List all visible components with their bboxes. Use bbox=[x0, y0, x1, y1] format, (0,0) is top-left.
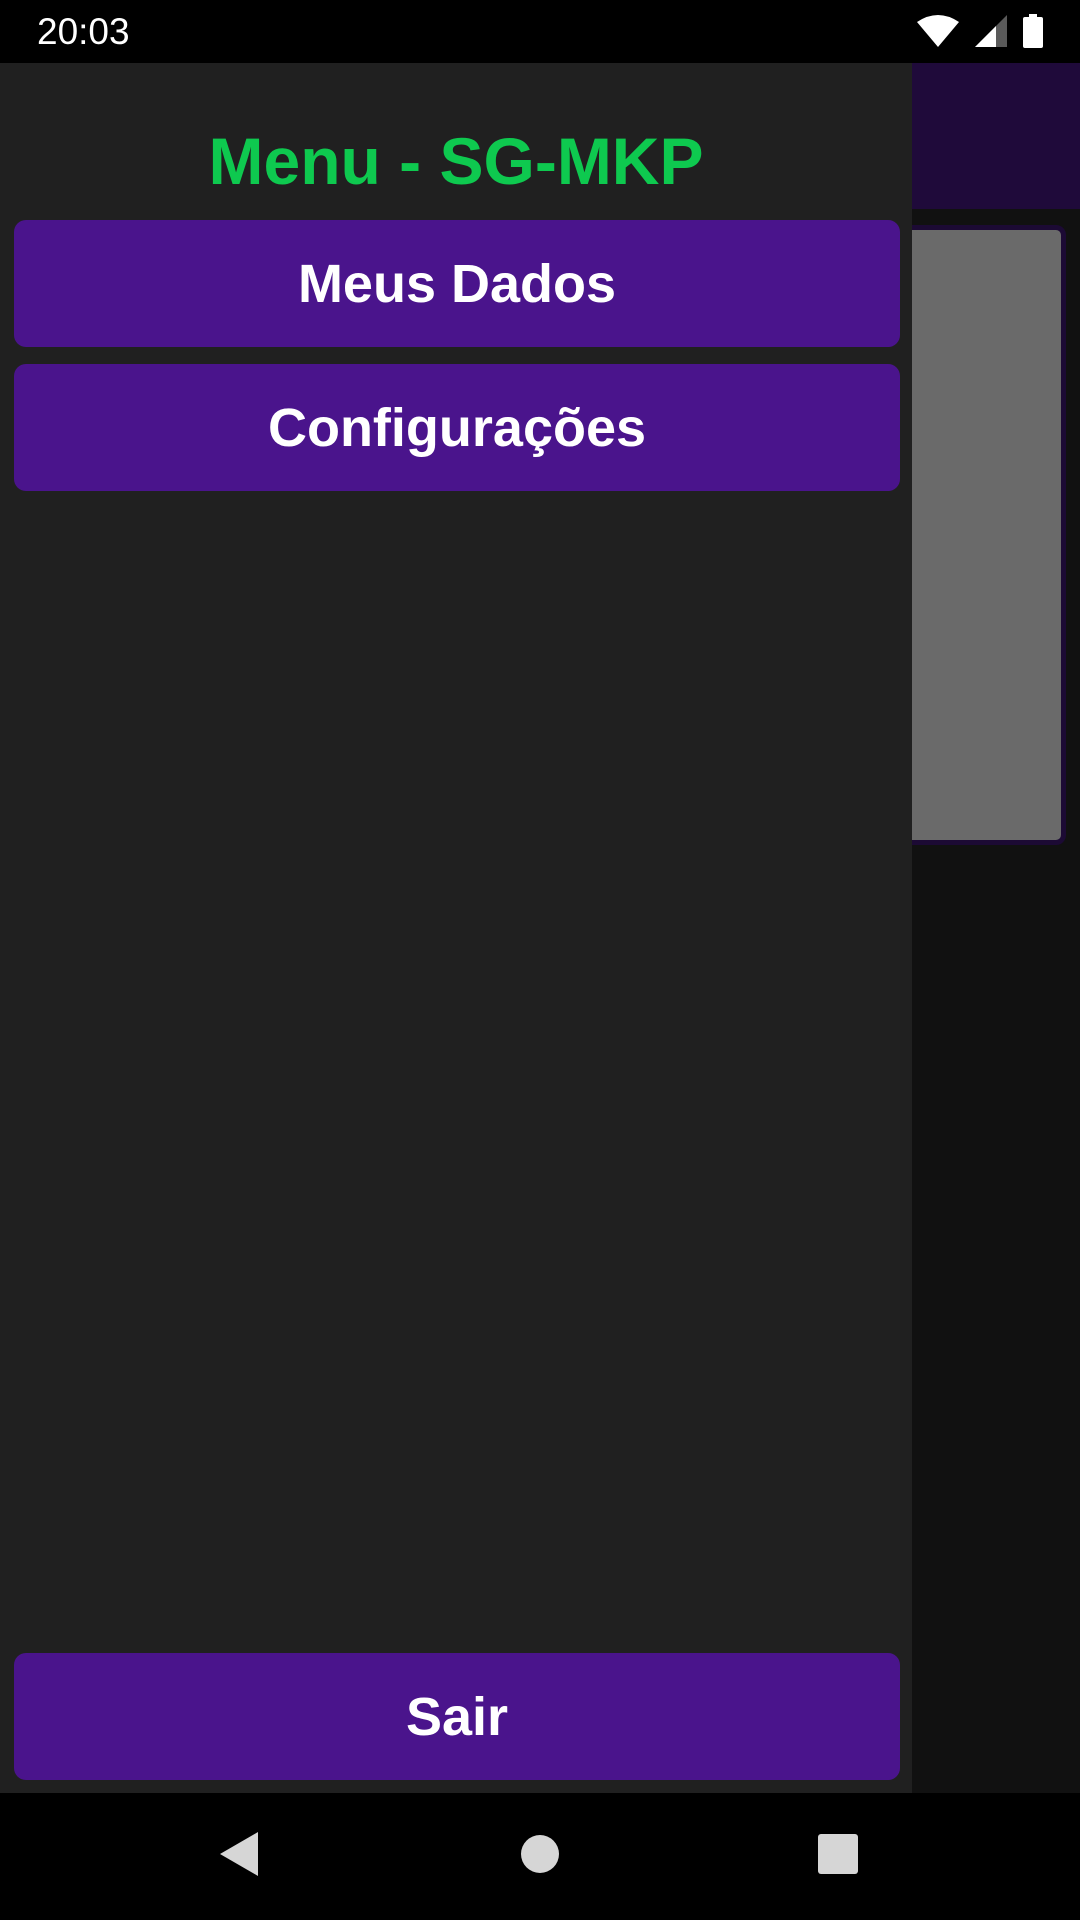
recents-button[interactable] bbox=[778, 1793, 898, 1920]
wifi-icon bbox=[916, 14, 960, 48]
home-icon bbox=[520, 1834, 560, 1879]
battery-icon bbox=[1022, 14, 1044, 48]
status-icons bbox=[916, 14, 1044, 48]
back-icon bbox=[217, 1830, 261, 1883]
home-button[interactable] bbox=[480, 1793, 600, 1920]
cellular-signal-icon bbox=[974, 14, 1008, 48]
status-time: 20:03 bbox=[37, 11, 130, 52]
logout-button[interactable]: Sair bbox=[14, 1653, 900, 1780]
meus-dados-button[interactable]: Meus Dados bbox=[14, 220, 900, 347]
status-bar: 20:03 bbox=[0, 0, 1080, 63]
drawer-title: Menu - SG-MKP bbox=[208, 124, 704, 198]
recents-icon bbox=[817, 1833, 859, 1880]
navigation-bar bbox=[0, 1793, 1080, 1920]
configuracoes-button[interactable]: Configurações bbox=[14, 364, 900, 491]
back-button[interactable] bbox=[179, 1793, 299, 1920]
navigation-drawer: Menu - SG-MKP Meus Dados Configurações S… bbox=[0, 63, 912, 1793]
